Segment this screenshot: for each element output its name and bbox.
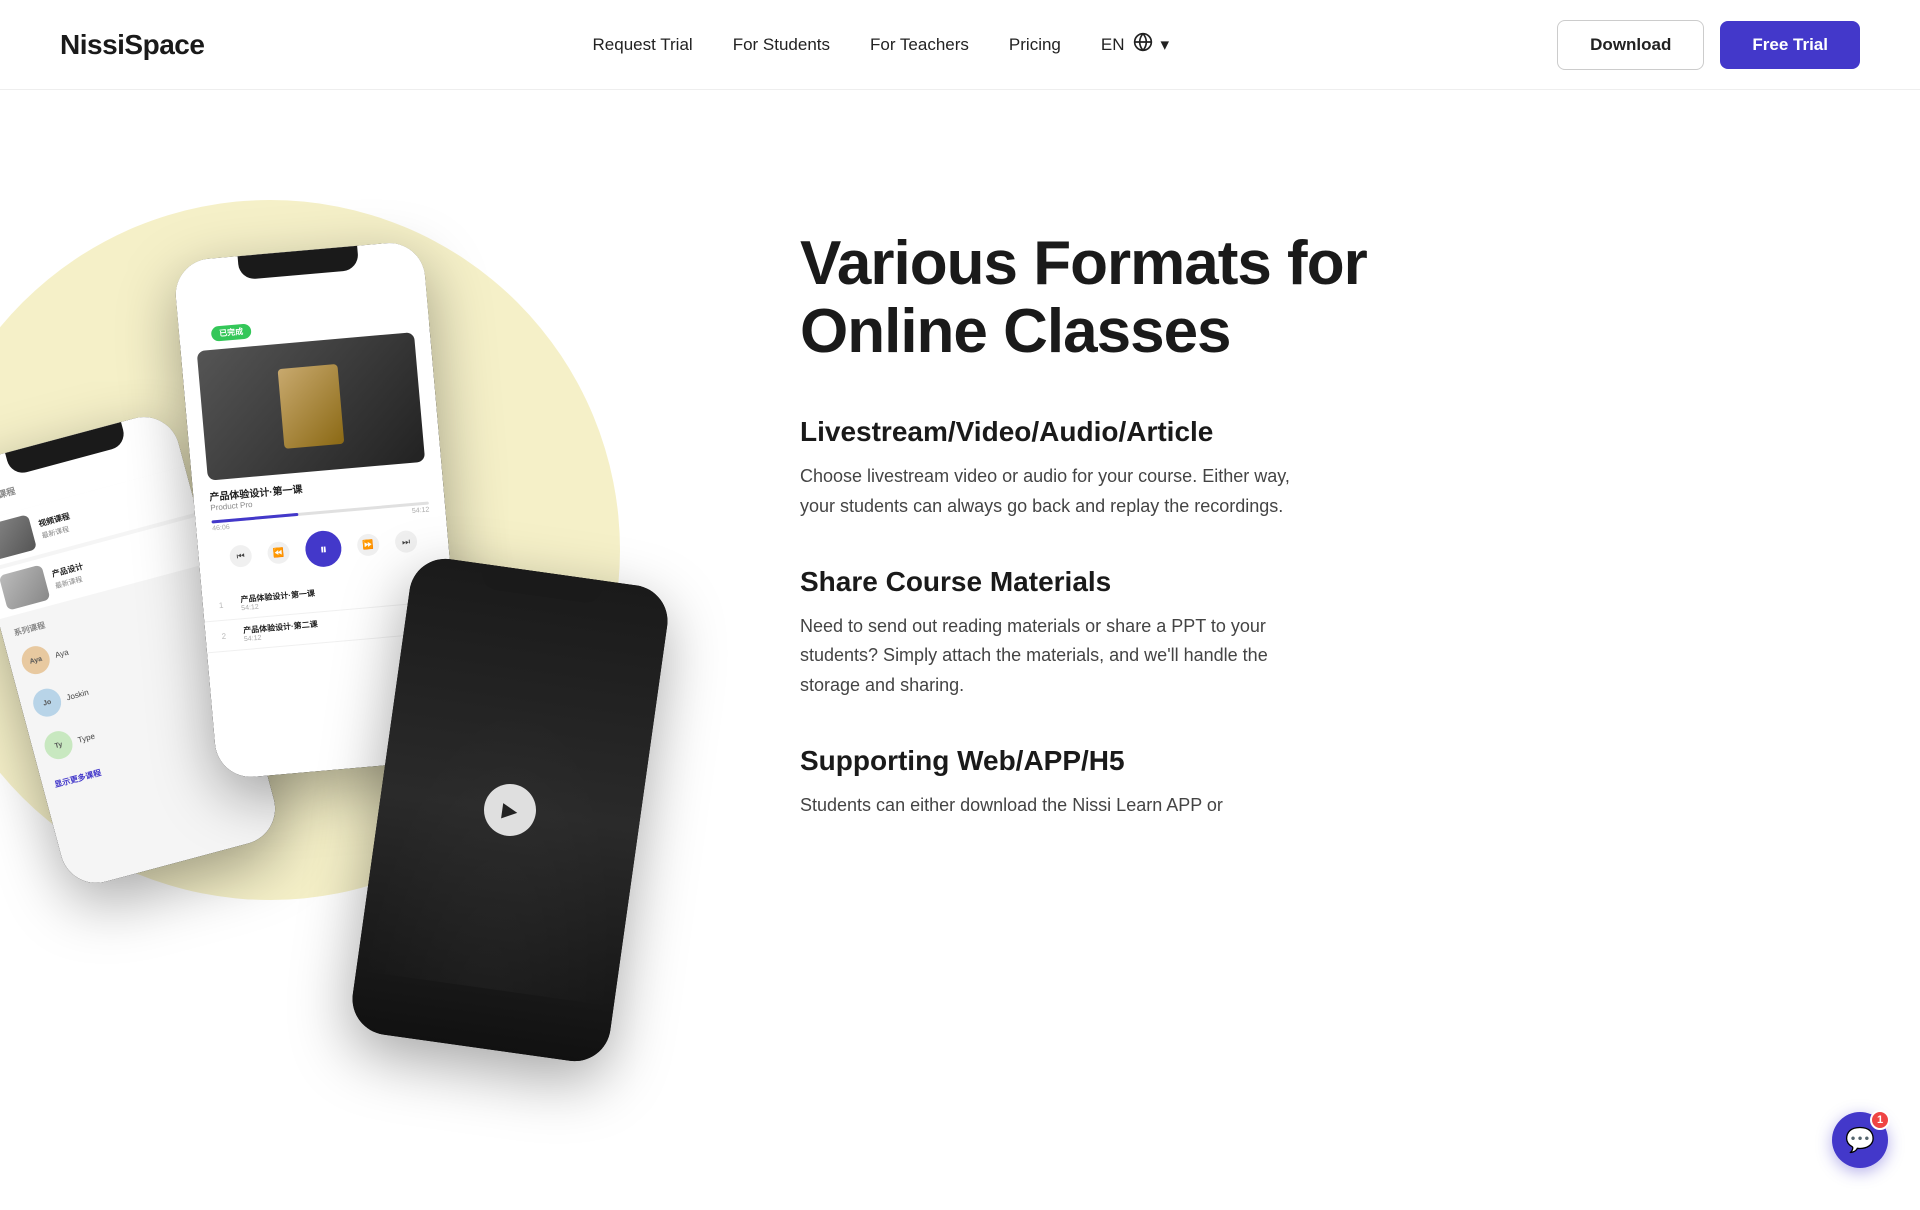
avatar-label: Type xyxy=(77,731,96,744)
course-thumb-photo xyxy=(0,564,50,610)
playlist-num: 1 xyxy=(219,599,234,609)
feature-3-title: Supporting Web/APP/H5 xyxy=(800,745,1800,777)
feature-2-desc: Need to send out reading materials or sh… xyxy=(800,612,1320,701)
feature-3: Supporting Web/APP/H5 Students can eithe… xyxy=(800,745,1800,821)
avatar: Aya xyxy=(19,643,53,677)
nav-request-trial[interactable]: Request Trial xyxy=(593,35,693,55)
hero-content: Various Formats for Online Classes Lives… xyxy=(720,150,1860,865)
forward-btn[interactable]: ⏩ xyxy=(356,533,380,557)
video-lighting xyxy=(356,673,655,1006)
avatar-label: Aya xyxy=(54,647,70,659)
chevron-down-icon: ▾ xyxy=(1161,35,1170,55)
chat-badge: 1 xyxy=(1870,1110,1890,1130)
progress-current: 46:06 xyxy=(212,524,230,533)
feature-3-desc: Students can either download the Nissi L… xyxy=(800,791,1320,821)
globe-icon xyxy=(1133,32,1153,57)
feature-2: Share Course Materials Need to send out … xyxy=(800,566,1800,701)
player-cover-inner xyxy=(278,364,345,449)
feature-1-title: Livestream/Video/Audio/Article xyxy=(800,416,1800,448)
avatar-label: Joskin xyxy=(65,687,89,702)
chat-widget[interactable]: 💬 1 xyxy=(1832,1112,1888,1168)
lang-switcher[interactable]: EN ▾ xyxy=(1101,32,1169,57)
play-pause-btn[interactable]: ⏸ xyxy=(304,529,343,568)
phones-illustration: 视频课程 视频课程 最新课程 产品设计 最新课程 xyxy=(0,150,720,1150)
hero-title-line1: Various Formats for xyxy=(800,229,1367,298)
nav-actions: Download Free Trial xyxy=(1557,20,1860,70)
download-button[interactable]: Download xyxy=(1557,20,1704,70)
feature-1-desc: Choose livestream video or audio for you… xyxy=(800,462,1320,521)
playlist-num: 2 xyxy=(221,630,236,640)
brand-logo[interactable]: NissiSpace xyxy=(60,29,204,61)
hero-title-line2: Online Classes xyxy=(800,297,1231,366)
lang-label: EN xyxy=(1101,35,1125,55)
skip-forward-btn[interactable]: ⏭ xyxy=(394,530,418,554)
hero-title: Various Formats for Online Classes xyxy=(800,230,1800,366)
nav-links: Request Trial For Students For Teachers … xyxy=(593,32,1170,57)
player-cover xyxy=(197,332,426,481)
progress-total: 54:12 xyxy=(412,506,430,515)
hero-section: 视频课程 视频课程 最新课程 产品设计 最新课程 xyxy=(0,90,1920,1210)
skip-back-btn[interactable]: ⏮ xyxy=(229,544,253,568)
course-thumb-video xyxy=(0,514,37,560)
avatar: Ty xyxy=(41,728,75,762)
chat-icon: 💬 xyxy=(1845,1126,1875,1155)
completed-badge: 已完成 xyxy=(211,323,252,341)
rewind-btn[interactable]: ⏪ xyxy=(267,541,291,565)
feature-1: Livestream/Video/Audio/Article Choose li… xyxy=(800,416,1800,521)
nav-for-students[interactable]: For Students xyxy=(733,35,830,55)
feature-2-title: Share Course Materials xyxy=(800,566,1800,598)
nav-for-teachers[interactable]: For Teachers xyxy=(870,35,969,55)
nav-pricing[interactable]: Pricing xyxy=(1009,35,1061,55)
free-trial-button[interactable]: Free Trial xyxy=(1720,21,1860,69)
avatar: Jo xyxy=(30,686,64,720)
navbar: NissiSpace Request Trial For Students Fo… xyxy=(0,0,1920,90)
